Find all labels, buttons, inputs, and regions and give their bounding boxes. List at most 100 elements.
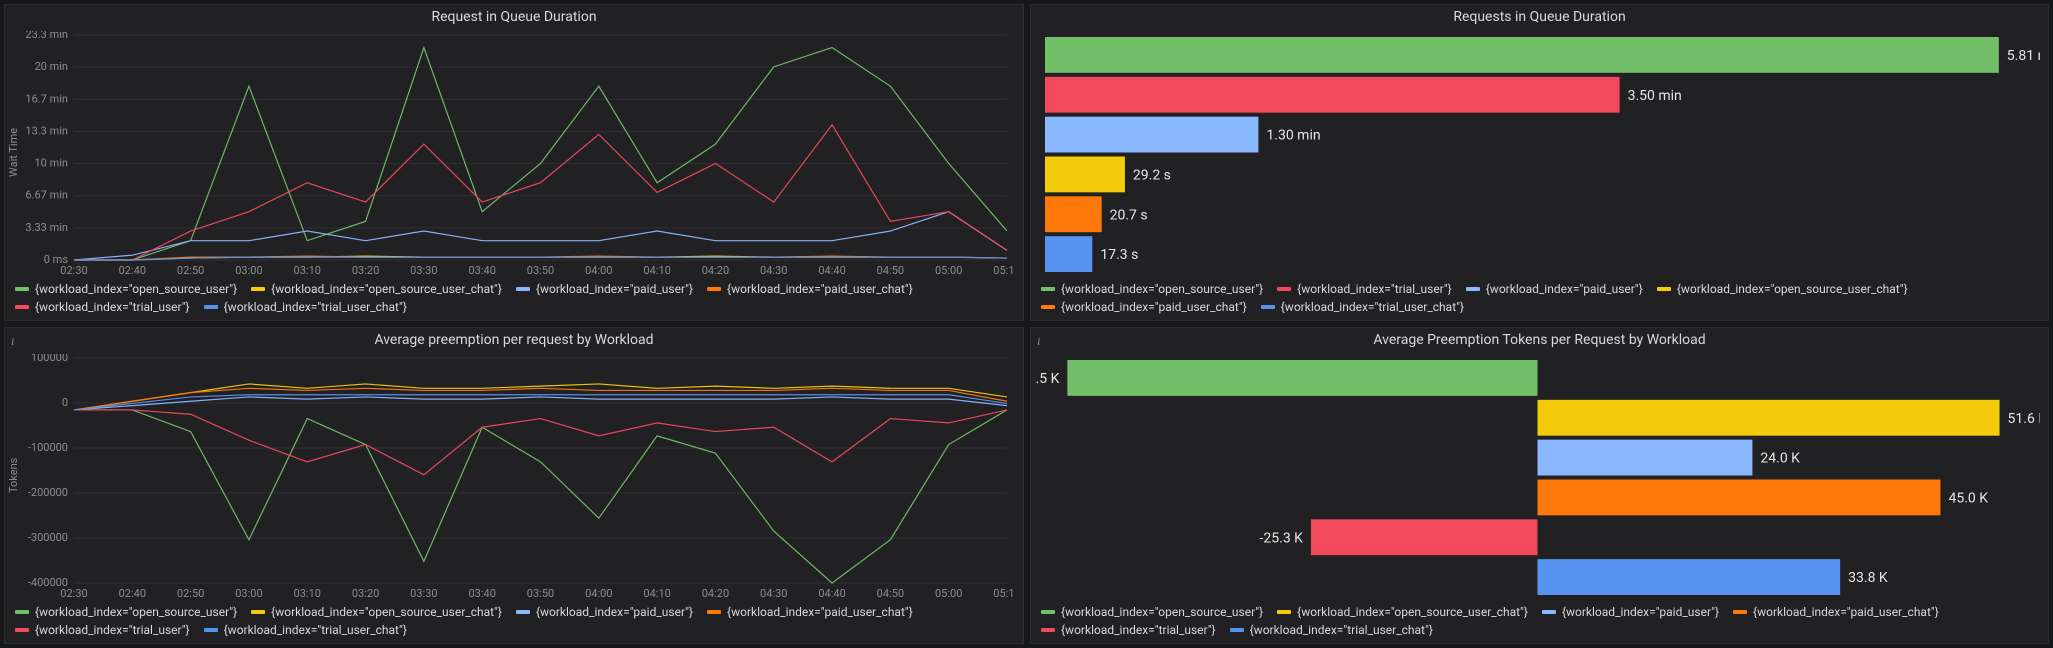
svg-text:03:00: 03:00 <box>235 587 262 600</box>
legend-item[interactable]: {workload_index="paid_user"} <box>516 282 693 296</box>
svg-text:03:30: 03:30 <box>410 587 437 600</box>
legend-item[interactable]: {workload_index="trial_user"} <box>1277 282 1452 296</box>
legend-swatch <box>15 287 29 291</box>
info-icon[interactable]: i <box>1037 334 1040 349</box>
legend-item[interactable]: {workload_index="open_source_user_chat"} <box>251 282 502 296</box>
legend-item[interactable]: {workload_index="trial_user_chat"} <box>1230 623 1433 637</box>
svg-text:02:40: 02:40 <box>119 264 146 277</box>
legend-label: {workload_index="open_source_user_chat"} <box>1297 605 1528 619</box>
legend-label: {workload_index="paid_user_chat"} <box>1753 605 1939 619</box>
legend-item[interactable]: {workload_index="open_source_user"} <box>15 282 237 296</box>
svg-text:33.8 K: 33.8 K <box>1848 570 1888 586</box>
legend-swatch <box>707 287 721 291</box>
legend-label: {workload_index="open_source_user"} <box>35 282 237 296</box>
legend: {workload_index="open_source_user"} {work… <box>5 601 1023 643</box>
svg-text:05:00: 05:00 <box>935 264 962 277</box>
info-icon[interactable]: i <box>11 334 14 349</box>
legend-label: {workload_index="open_source_user_chat"} <box>271 282 502 296</box>
legend-swatch <box>516 610 530 614</box>
legend-label: {workload_index="paid_user_chat"} <box>1061 300 1247 314</box>
legend-label: {workload_index="trial_user_chat"} <box>1281 300 1464 314</box>
legend-item[interactable]: {workload_index="paid_user_chat"} <box>1733 605 1939 619</box>
svg-text:04:10: 04:10 <box>643 264 670 277</box>
chart-area[interactable]: 0 ms3.33 min6.67 min10 min13.3 min16.7 m… <box>26 31 1015 278</box>
legend-item[interactable]: {workload_index="open_source_user"} <box>15 605 237 619</box>
svg-text:-200000: -200000 <box>28 486 68 499</box>
svg-text:03:30: 03:30 <box>410 264 437 277</box>
svg-text:5.81 min: 5.81 min <box>2007 48 2040 64</box>
svg-text:04:40: 04:40 <box>818 587 845 600</box>
svg-text:04:30: 04:30 <box>760 587 787 600</box>
legend-item[interactable]: {workload_index="trial_user"} <box>1041 623 1216 637</box>
svg-text:05:00: 05:00 <box>935 587 962 600</box>
svg-text:03:00: 03:00 <box>235 264 262 277</box>
svg-text:10 min: 10 min <box>35 157 69 170</box>
legend-label: {workload_index="paid_user_chat"} <box>727 282 913 296</box>
panel-title: Average Preemption Tokens per Request by… <box>1031 328 2048 350</box>
svg-text:05:10: 05:10 <box>993 264 1015 277</box>
legend-item[interactable]: {workload_index="paid_user"} <box>516 605 693 619</box>
panel-title: Requests in Queue Duration <box>1031 5 2048 27</box>
svg-text:03:40: 03:40 <box>468 264 495 277</box>
legend-label: {workload_index="trial_user"} <box>35 623 190 637</box>
panel-queue-timeseries[interactable]: Request in Queue Duration Wait Time 0 ms… <box>4 4 1024 321</box>
svg-text:23.3 min: 23.3 min <box>26 31 68 41</box>
legend-item[interactable]: {workload_index="paid_user_chat"} <box>707 282 913 296</box>
panel-preempt-timeseries[interactable]: i Average preemption per request by Work… <box>4 327 1024 644</box>
legend-item[interactable]: {workload_index="paid_user_chat"} <box>707 605 913 619</box>
legend-label: {workload_index="trial_user"} <box>1061 623 1216 637</box>
legend-item[interactable]: {workload_index="trial_user"} <box>15 300 190 314</box>
legend-label: {workload_index="trial_user_chat"} <box>1250 623 1433 637</box>
svg-text:04:10: 04:10 <box>643 587 670 600</box>
legend-item[interactable]: {workload_index="trial_user_chat"} <box>204 623 407 637</box>
svg-text:-25.3 K: -25.3 K <box>1260 530 1304 546</box>
panel-queue-bar[interactable]: Requests in Queue Duration 5.81 min3.50 … <box>1030 4 2049 321</box>
legend-item[interactable]: {workload_index="open_source_user_chat"} <box>251 605 502 619</box>
legend-item[interactable]: {workload_index="paid_user"} <box>1542 605 1719 619</box>
legend: {workload_index="open_source_user"} {work… <box>5 278 1023 320</box>
legend-item[interactable]: {workload_index="open_source_user_chat"} <box>1277 605 1528 619</box>
legend-label: {workload_index="open_source_user_chat"} <box>1677 282 1908 296</box>
svg-text:03:20: 03:20 <box>352 587 379 600</box>
y-axis-label: Wait Time <box>5 27 22 278</box>
legend-item[interactable]: {workload_index="paid_user_chat"} <box>1041 300 1247 314</box>
svg-text:02:50: 02:50 <box>177 587 204 600</box>
svg-text:100000: 100000 <box>31 354 68 364</box>
svg-text:04:20: 04:20 <box>702 587 729 600</box>
panel-title: Average preemption per request by Worklo… <box>5 328 1023 350</box>
svg-text:20 min: 20 min <box>35 60 69 73</box>
svg-text:02:50: 02:50 <box>177 264 204 277</box>
legend-item[interactable]: {workload_index="trial_user_chat"} <box>204 300 407 314</box>
chart-area[interactable]: -52.5 K51.6 K24.0 K45.0 K-25.3 K33.8 K <box>1035 354 2040 601</box>
svg-text:04:00: 04:00 <box>585 264 612 277</box>
legend-swatch <box>1230 628 1244 632</box>
svg-text:20.7 s: 20.7 s <box>1110 207 1148 223</box>
legend-label: {workload_index="paid_user_chat"} <box>727 605 913 619</box>
svg-text:05:10: 05:10 <box>993 587 1015 600</box>
svg-text:04:20: 04:20 <box>702 264 729 277</box>
legend-label: {workload_index="paid_user"} <box>1486 282 1643 296</box>
legend-swatch <box>1041 610 1055 614</box>
svg-text:04:50: 04:50 <box>877 264 904 277</box>
panel-preempt-bar[interactable]: i Average Preemption Tokens per Request … <box>1030 327 2049 644</box>
legend-item[interactable]: {workload_index="trial_user_chat"} <box>1261 300 1464 314</box>
svg-text:45.0 K: 45.0 K <box>1948 490 1988 506</box>
chart-area[interactable]: 5.81 min3.50 min1.30 min29.2 s20.7 s17.3… <box>1035 31 2040 278</box>
legend-swatch <box>204 628 218 632</box>
svg-text:03:10: 03:10 <box>294 587 321 600</box>
legend-swatch <box>1466 287 1480 291</box>
svg-text:03:10: 03:10 <box>294 264 321 277</box>
legend-item[interactable]: {workload_index="paid_user"} <box>1466 282 1643 296</box>
legend-swatch <box>1657 287 1671 291</box>
legend-item[interactable]: {workload_index="open_source_user"} <box>1041 605 1263 619</box>
legend-item[interactable]: {workload_index="open_source_user_chat"} <box>1657 282 1908 296</box>
svg-text:-300000: -300000 <box>28 531 68 544</box>
chart-area[interactable]: -400000-300000-200000-100000010000002:30… <box>26 354 1015 601</box>
legend-item[interactable]: {workload_index="open_source_user"} <box>1041 282 1263 296</box>
svg-text:04:30: 04:30 <box>760 264 787 277</box>
legend-label: {workload_index="paid_user"} <box>1562 605 1719 619</box>
legend-swatch <box>204 305 218 309</box>
legend-item[interactable]: {workload_index="trial_user"} <box>15 623 190 637</box>
legend-swatch <box>15 305 29 309</box>
legend-label: {workload_index="open_source_user"} <box>1061 605 1263 619</box>
